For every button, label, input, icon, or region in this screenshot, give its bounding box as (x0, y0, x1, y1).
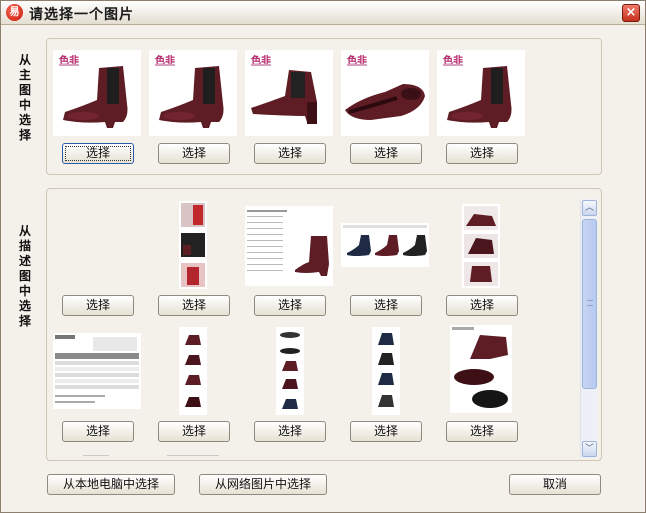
select-description-image-9-button[interactable]: 选择 (350, 421, 422, 442)
boot-strip-image (378, 333, 394, 407)
partial-thumbnail (83, 455, 109, 456)
select-description-image-6-button[interactable]: 选择 (62, 421, 134, 442)
description-thumbnail[interactable] (179, 327, 207, 415)
spec-sheet-image (247, 210, 329, 276)
main-thumbnail[interactable]: 色非 (53, 50, 141, 136)
select-from-local-computer-button[interactable]: 从本地电脑中选择 (47, 474, 175, 495)
boot-image (251, 70, 317, 124)
description-images-label: 从描述图中选择 (18, 224, 31, 328)
select-main-image-2-button[interactable]: 选择 (158, 143, 230, 164)
title-bar[interactable]: 易 请选择一个图片 × (1, 1, 645, 25)
main-thumbnail[interactable]: 色非 (245, 50, 333, 136)
select-description-image-1-button[interactable]: 选择 (62, 295, 134, 316)
select-description-image-10-button[interactable]: 选择 (446, 421, 518, 442)
description-thumbnail[interactable] (179, 201, 207, 289)
main-thumbnail[interactable]: 色非 (149, 50, 237, 136)
image-picker-dialog: 易 请选择一个图片 × 从主图中选择 色非 色非 色非 色非 色非 选择 选择 … (0, 0, 646, 513)
app-logo-icon: 易 (6, 4, 23, 21)
select-description-image-7-button[interactable]: 选择 (158, 421, 230, 442)
model-photo-image (181, 203, 205, 287)
boot-closeup-image (452, 327, 508, 408)
description-thumbnail[interactable] (462, 204, 500, 288)
select-main-image-1-button[interactable]: 选择 (62, 143, 134, 164)
scrollbar-grip-icon (587, 300, 593, 306)
select-description-image-5-button[interactable]: 选择 (446, 295, 518, 316)
scrollbar-thumb[interactable] (582, 219, 597, 389)
description-thumbnail[interactable] (372, 327, 400, 415)
main-thumbnail[interactable]: 色非 (437, 50, 525, 136)
description-thumbnail[interactable] (276, 327, 304, 415)
boot-strip-image (185, 335, 201, 407)
scroll-down-icon[interactable]: ﹀ (582, 441, 597, 457)
cancel-button[interactable]: 取消 (509, 474, 601, 495)
boot-strip-image (280, 332, 300, 409)
select-description-image-8-button[interactable]: 选择 (254, 421, 326, 442)
scroll-up-icon[interactable]: ︿ (582, 200, 597, 216)
description-thumbnail[interactable] (341, 223, 429, 267)
description-thumbnail[interactable] (450, 325, 512, 413)
boot-colors-image (343, 225, 427, 256)
select-description-image-2-button[interactable]: 选择 (158, 295, 230, 316)
boot-image (345, 84, 425, 120)
select-main-image-3-button[interactable]: 选择 (254, 143, 326, 164)
select-main-image-5-button[interactable]: 选择 (446, 143, 518, 164)
select-main-image-4-button[interactable]: 选择 (350, 143, 422, 164)
description-thumbnail[interactable] (245, 206, 333, 286)
close-button[interactable]: × (622, 4, 640, 22)
select-description-image-4-button[interactable]: 选择 (350, 295, 422, 316)
main-thumbnail[interactable]: 色非 (341, 50, 429, 136)
main-images-label: 从主图中选择 (18, 53, 31, 142)
dialog-title: 请选择一个图片 (29, 7, 134, 23)
size-chart-image (55, 335, 139, 403)
description-scrollbar[interactable]: ︿ ﹀ (580, 199, 597, 458)
select-from-web-images-button[interactable]: 从网络图片中选择 (199, 474, 327, 495)
boot-image (447, 66, 512, 128)
select-description-image-3-button[interactable]: 选择 (254, 295, 326, 316)
partial-thumbnail (167, 455, 219, 456)
boot-image (63, 66, 128, 128)
description-thumbnail[interactable] (53, 333, 141, 409)
boot-image (159, 66, 224, 128)
boot-details-image (464, 206, 498, 286)
